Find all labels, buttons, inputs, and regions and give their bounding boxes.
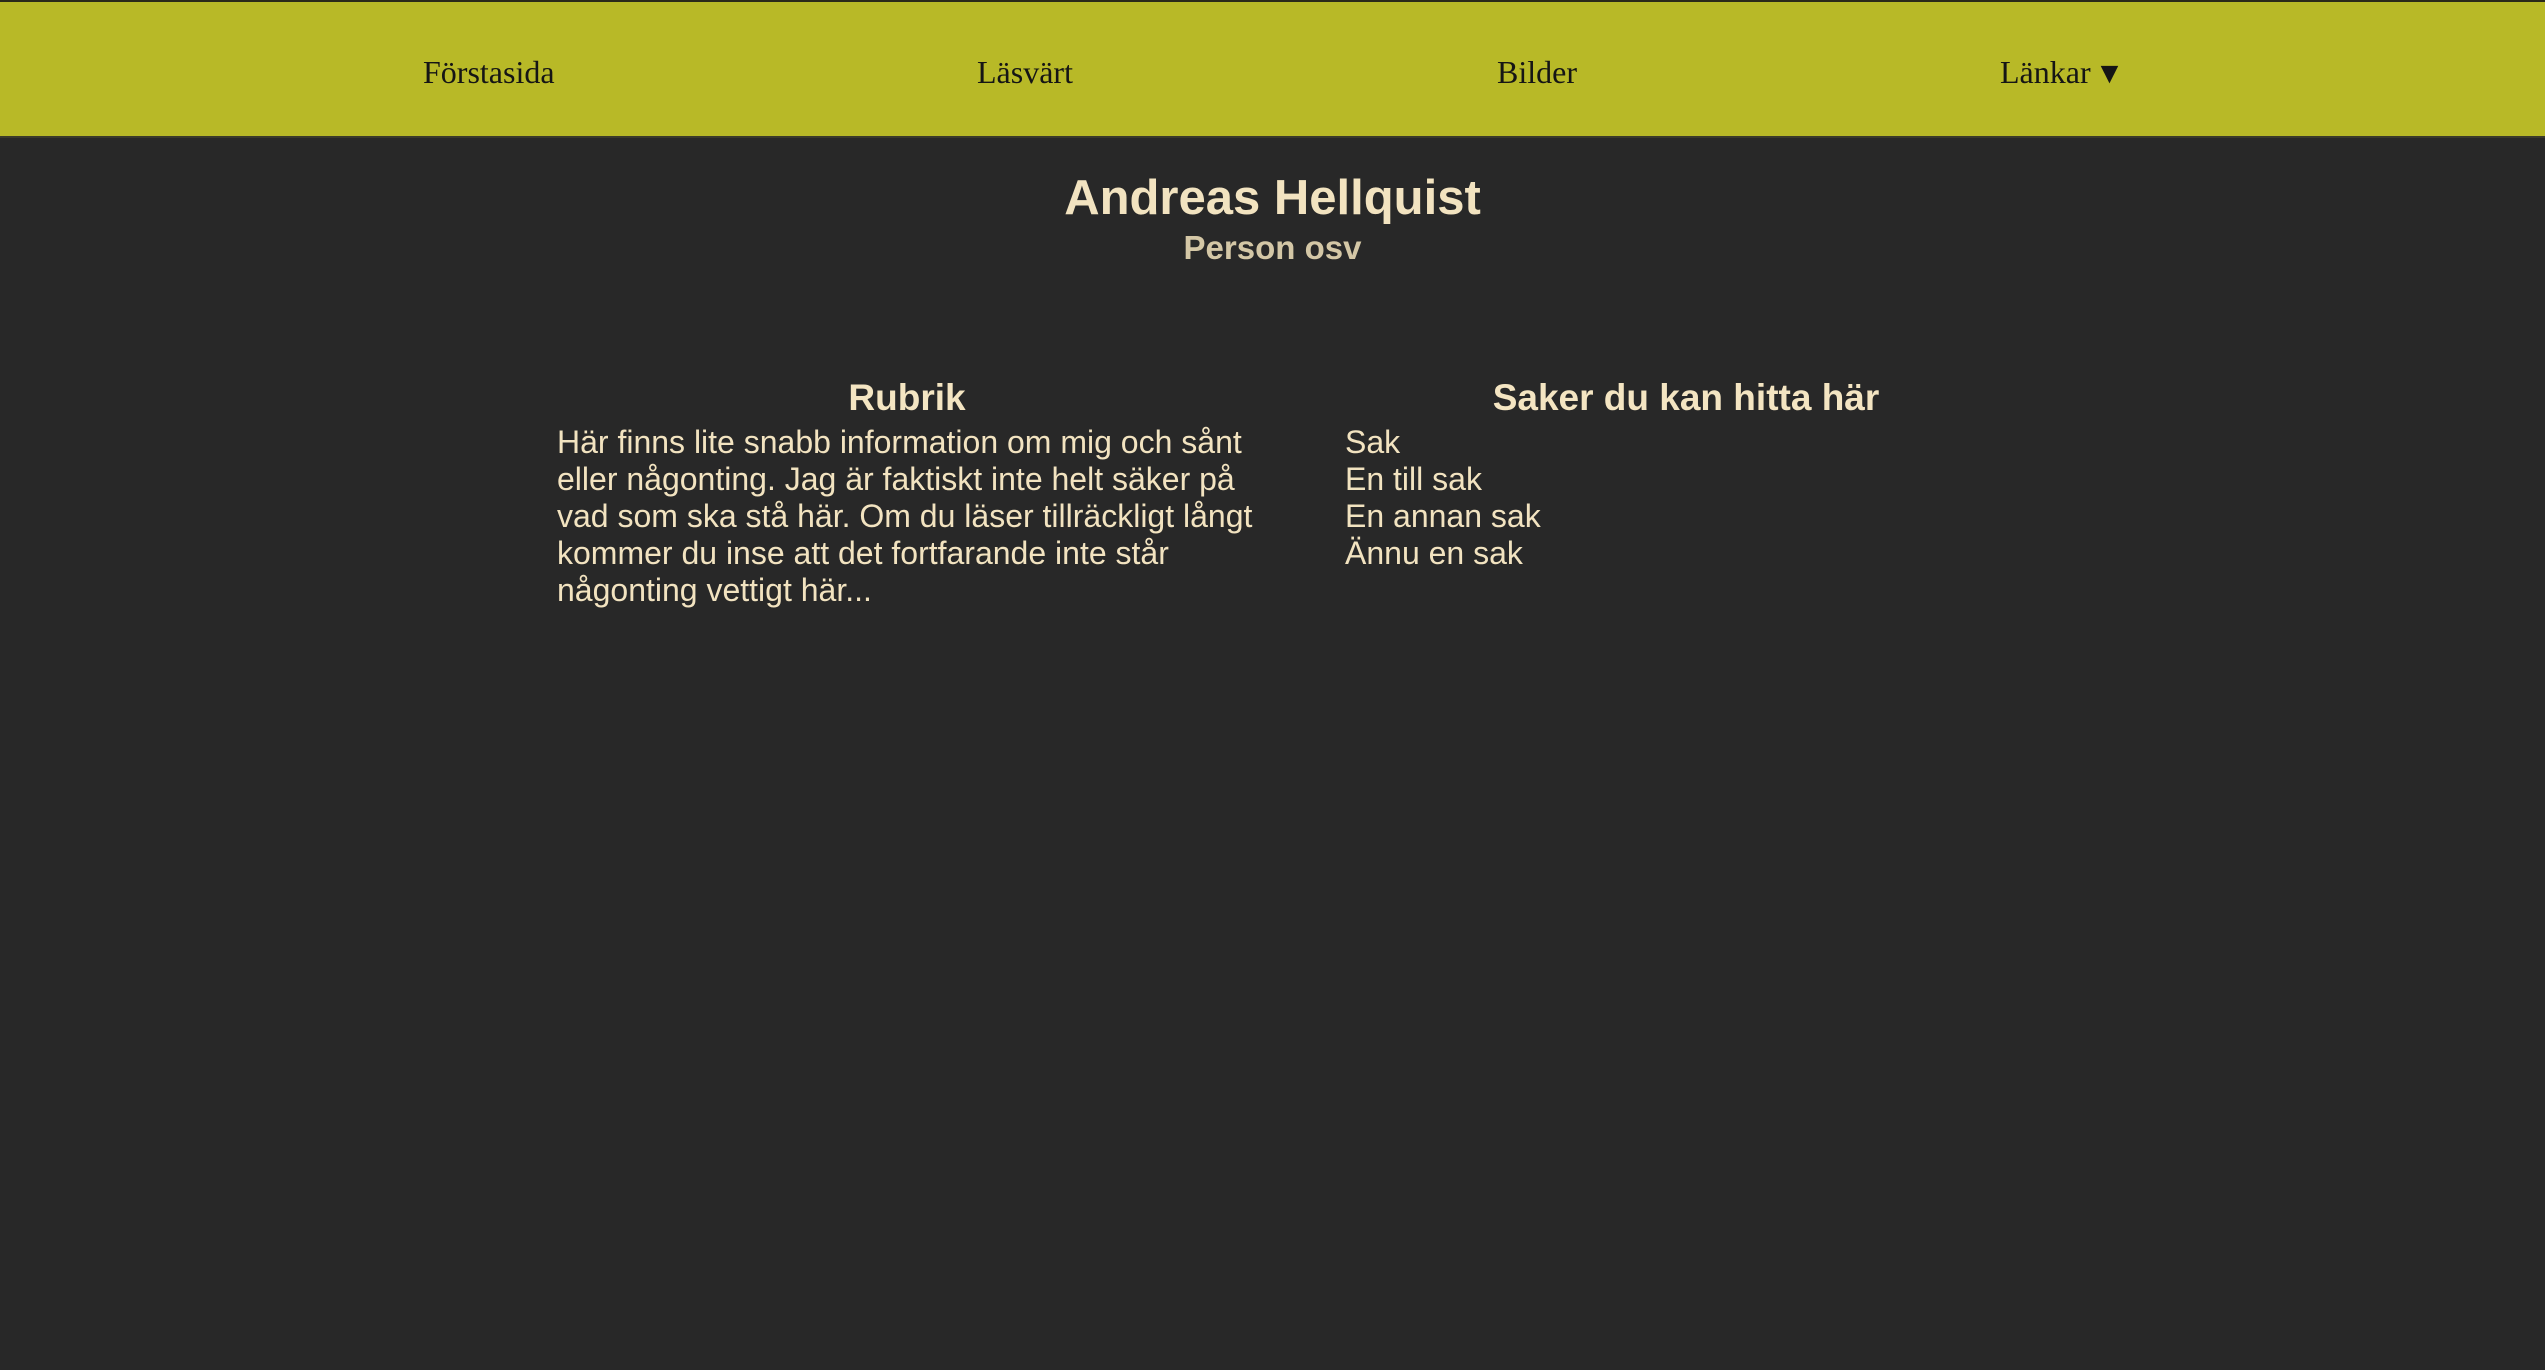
nav-link-forstasida[interactable]: Förstasida [423,52,555,92]
things-section: Saker du kan hitta här Sak En till sak E… [1345,372,2025,572]
list-item: Sak [1345,424,1401,460]
list-item: En annan sak [1345,498,1541,534]
nav-link-label: Läsvärt [977,54,1073,90]
page-subtitle: Person osv [1183,229,1362,266]
page-title: Andreas Hellquist [1064,171,1481,225]
things-list: Sak En till sak En annan sak Ännu en sak [1345,424,2025,572]
chevron-down-icon: ▼ [2094,57,2125,90]
info-section: Rubrik Här finns lite snabb information … [557,372,1257,609]
list-item: Ännu en sak [1345,535,1523,571]
things-heading: Saker du kan hitta här [1492,377,1880,418]
info-paragraph: Här finns lite snabb information om mig … [557,424,1253,608]
nav-link-label: Förstasida [423,54,555,90]
nav-link-label: Länkar [2000,54,2091,90]
nav-dropdown-lankar[interactable]: Länkar ▼ [2000,52,2124,94]
top-navigation-bar: Förstasida Läsvärt Bilder Länkar ▼ [0,0,2545,138]
nav-link-bilder[interactable]: Bilder [1497,52,1577,92]
list-item: En till sak [1345,461,1482,497]
nav-link-lasvart[interactable]: Läsvärt [977,52,1073,92]
info-heading: Rubrik [848,377,966,418]
nav-link-label: Bilder [1497,54,1577,90]
